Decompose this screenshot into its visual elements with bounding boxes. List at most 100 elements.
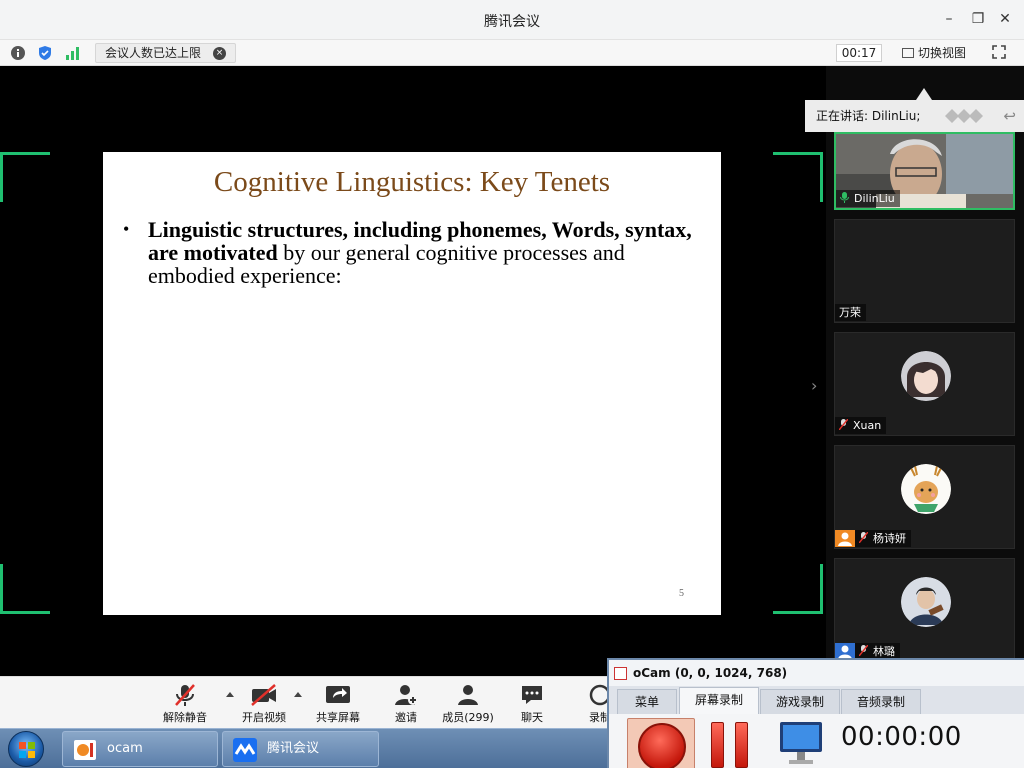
capacity-notice: 会议人数已达上限 × — [95, 43, 236, 63]
capacity-notice-text: 会议人数已达上限 — [105, 46, 202, 60]
frame-corner-bl — [0, 564, 50, 614]
frame-corner-tl — [0, 152, 50, 202]
slide-page-number: 5 — [679, 588, 684, 599]
taskbar-item-label: 腾讯会议 — [267, 741, 320, 756]
participant-tile[interactable]: 林璐 — [834, 558, 1015, 662]
participant-avatar — [901, 577, 951, 627]
chat-icon — [522, 686, 542, 704]
switch-view-label: 切换视图 — [918, 46, 967, 60]
tencent-meeting-window: 腾讯会议 – ❐ ✕ 会议人数已达上限 × 00:17 切换视图 Cogniti… — [0, 0, 1024, 768]
ocam-titlebar: oCam (0, 0, 1024, 768) — [609, 660, 1024, 686]
ocam-tabs: 菜单 屏幕录制 游戏录制 音频录制 — [609, 686, 1024, 714]
frame-corner-tr — [773, 152, 823, 202]
audio-wave-icon — [945, 109, 983, 123]
video-options-caret[interactable] — [294, 692, 302, 697]
collapse-panel-arrow[interactable]: › — [811, 376, 817, 395]
participant-avatar — [901, 464, 951, 514]
ocam-window: oCam (0, 0, 1024, 768) 菜单 屏幕录制 游戏录制 音频录制… — [607, 658, 1024, 768]
participant-tile[interactable]: 万荣 — [834, 219, 1015, 323]
participant-namebar: DilinLiu — [836, 190, 900, 207]
invite-button[interactable]: 邀请 — [376, 683, 436, 725]
title-bar: 腾讯会议 – ❐ ✕ — [0, 0, 1024, 40]
share-screen-button[interactable]: 共享屏幕 — [308, 683, 368, 725]
speaking-indicator: 正在讲话: DilinLiu; ↩ — [805, 100, 1024, 132]
fullscreen-icon[interactable] — [992, 45, 1006, 59]
share-screen-icon — [326, 686, 350, 703]
windows-start-button[interactable] — [8, 731, 44, 767]
unmute-label: 解除静音 — [163, 711, 207, 724]
start-video-label: 开启视频 — [242, 711, 286, 724]
pause-bar-icon — [735, 722, 748, 768]
close-button[interactable]: ✕ — [996, 10, 1014, 28]
members-label: 成员(299) — [442, 711, 494, 724]
presentation-slide: Cognitive Linguistics: Key Tenets • Ling… — [103, 152, 721, 615]
mic-muted-icon — [175, 684, 195, 706]
tencent-meeting-app-icon — [233, 738, 257, 762]
shield-icon[interactable] — [37, 45, 53, 61]
tab-screen-record[interactable]: 屏幕录制 — [679, 687, 759, 714]
speaking-label: 正在讲话: DilinLiu; — [816, 109, 921, 123]
frame-corner-br — [773, 564, 823, 614]
meeting-timer: 00:17 — [836, 44, 882, 62]
invite-label: 邀请 — [395, 711, 417, 724]
slide-bullet: • Linguistic structures, including phone… — [123, 218, 710, 287]
chat-label: 聊天 — [521, 711, 543, 724]
start-video-button[interactable]: 开启视频 — [234, 683, 294, 725]
members-button[interactable]: 成员(299) — [438, 683, 498, 725]
close-notice-icon[interactable]: × — [213, 47, 226, 60]
participant-name: DilinLiu — [854, 192, 895, 205]
participant-namebar: 万荣 — [835, 304, 866, 321]
taskbar-item-tencent-meeting[interactable]: 腾讯会议 — [222, 731, 379, 767]
ocam-app-icon — [74, 740, 96, 760]
person-icon — [835, 530, 855, 547]
members-icon — [458, 685, 478, 705]
participant-tile[interactable]: Xuan — [834, 332, 1015, 436]
mic-muted-icon — [839, 419, 848, 430]
app-title: 腾讯会议 — [484, 14, 540, 30]
ocam-elapsed-time: 00:00:00 — [841, 722, 962, 752]
invite-icon — [395, 685, 418, 705]
participant-name: 万荣 — [839, 306, 861, 319]
record-icon — [638, 723, 686, 768]
audio-options-caret[interactable] — [226, 692, 234, 697]
ocam-title: oCam (0, 0, 1024, 768) — [633, 666, 788, 680]
share-screen-label: 共享屏幕 — [316, 711, 360, 724]
participant-namebar: 杨诗妍 — [835, 530, 911, 547]
mic-muted-icon — [859, 645, 868, 656]
participant-name: Xuan — [853, 419, 882, 432]
participant-avatar — [901, 351, 951, 401]
ocam-pause-button[interactable] — [711, 722, 751, 768]
participant-name: 杨诗妍 — [873, 532, 906, 545]
windows-logo-icon — [19, 742, 35, 758]
switch-view-button[interactable]: 切换视图 — [902, 44, 966, 62]
participant-tile[interactable]: 杨诗妍 — [834, 445, 1015, 549]
minimize-button[interactable]: – — [940, 10, 958, 28]
info-icon[interactable] — [10, 45, 26, 61]
pause-bar-icon — [711, 722, 724, 768]
bullet-glyph: • — [123, 219, 130, 239]
screen-area-icon[interactable] — [779, 720, 823, 766]
ocam-controls: 00:00:00 — [609, 714, 1024, 768]
camera-off-icon — [251, 684, 276, 706]
chat-button[interactable]: 聊天 — [502, 683, 562, 725]
tab-game-record[interactable]: 游戏录制 — [760, 689, 840, 714]
back-icon[interactable]: ↩ — [1003, 100, 1016, 132]
signal-icon[interactable] — [65, 45, 81, 61]
participant-tile[interactable]: DilinLiu — [834, 132, 1015, 210]
taskbar-item-label: ocam — [107, 741, 143, 756]
unmute-button[interactable]: 解除静音 — [155, 683, 215, 725]
participant-namebar: Xuan — [835, 417, 887, 434]
ocam-app-icon — [614, 667, 627, 680]
restore-button[interactable]: ❐ — [969, 10, 987, 28]
mic-on-icon — [840, 192, 849, 203]
tab-audio-record[interactable]: 音频录制 — [841, 689, 921, 714]
shared-screen-area: Cognitive Linguistics: Key Tenets • Ling… — [0, 66, 826, 676]
speaking-caret — [916, 88, 932, 100]
view-icon — [902, 48, 914, 58]
taskbar-item-ocam[interactable]: ocam — [62, 731, 218, 767]
ocam-record-button[interactable] — [627, 718, 695, 768]
mic-muted-icon — [859, 532, 868, 543]
participant-name: 林璐 — [873, 645, 895, 658]
info-bar: 会议人数已达上限 × 00:17 切换视图 — [0, 40, 1024, 66]
tab-menu[interactable]: 菜单 — [617, 689, 677, 714]
